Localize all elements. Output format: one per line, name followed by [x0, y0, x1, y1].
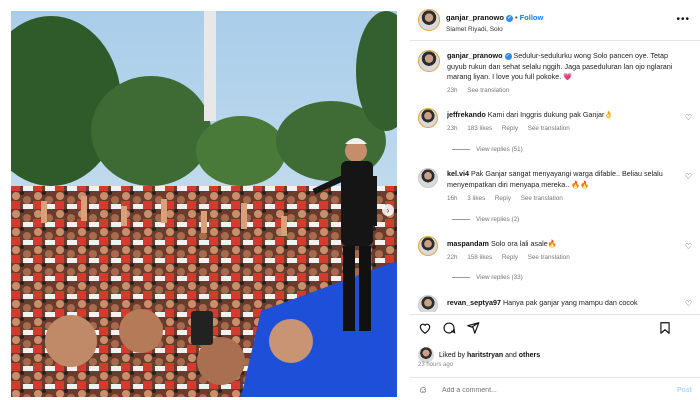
share-icon[interactable]: [466, 321, 480, 335]
comment-item: kel.vi4 Pak Ganjar sangat menyayangi war…: [410, 166, 700, 226]
follow-button[interactable]: Follow: [520, 13, 544, 22]
see-translation-link[interactable]: See translation: [528, 125, 570, 132]
post-photo[interactable]: ›: [11, 11, 397, 397]
commenter-avatar[interactable]: [418, 236, 438, 256]
comment-username[interactable]: revan_septya97: [447, 298, 501, 307]
author-avatar[interactable]: [418, 9, 440, 31]
like-comment-heart-icon[interactable]: ♡: [685, 172, 692, 181]
caption: ganjar_pranowo ✓ Sedulur-sedulurku wong S…: [410, 48, 700, 98]
author-username[interactable]: ganjar_pranowo: [446, 13, 504, 22]
comment-username[interactable]: jeffrekando: [447, 110, 486, 119]
comment-text: Solo ora lali asale🔥: [490, 239, 557, 248]
like-comment-heart-icon[interactable]: ♡: [685, 113, 692, 122]
comment-username[interactable]: kel.vi4: [447, 169, 469, 178]
next-photo-chevron-right-icon[interactable]: ›: [382, 204, 394, 216]
liked-user-link[interactable]: haritstryan: [467, 352, 503, 359]
bookmark-icon[interactable]: [658, 321, 672, 335]
commenter-avatar[interactable]: [418, 168, 438, 188]
post-location[interactable]: Slamet Riyadi, Solo: [446, 26, 503, 33]
comment-username[interactable]: maspandam: [447, 239, 489, 248]
liked-others-link[interactable]: others: [519, 352, 540, 359]
post-header: ganjar_pranowo ✓ • Follow Slamet Riyadi, So…: [410, 6, 700, 36]
comment-composer: ☺ Post: [410, 382, 700, 400]
see-translation-link[interactable]: See translation: [528, 254, 570, 261]
liked-by: Liked by haritstryan and others: [418, 347, 540, 363]
liker-avatar[interactable]: [418, 347, 434, 363]
add-comment-input[interactable]: [442, 387, 662, 394]
comment-item: maspandam Solo ora lali asale🔥 ♡ 22h 158…: [410, 235, 700, 287]
view-replies-link[interactable]: View replies (51): [452, 146, 523, 153]
commenter-avatar[interactable]: [418, 108, 438, 128]
comment-likes[interactable]: 183 likes: [467, 125, 492, 132]
caption-username[interactable]: ganjar_pranowo: [447, 51, 503, 60]
reply-button[interactable]: Reply: [495, 195, 511, 202]
comment-text: Hanya pak ganjar yang mampu dan cocok: [502, 298, 638, 307]
comment-likes[interactable]: 158 likes: [467, 254, 492, 261]
comment-age: 23h: [447, 125, 458, 132]
composer-divider: [410, 377, 700, 378]
post-side-panel: ganjar_pranowo ✓ • Follow Slamet Riyadi, So…: [410, 0, 700, 400]
view-replies-link[interactable]: View replies (2): [452, 216, 519, 223]
commenter-avatar[interactable]: [418, 295, 438, 312]
like-comment-heart-icon[interactable]: ♡: [685, 299, 692, 308]
reply-button[interactable]: Reply: [502, 125, 518, 132]
post-actions: [418, 321, 698, 337]
see-translation-link[interactable]: See translation: [467, 87, 509, 94]
comment-text: Kami dari Inggris dukung pak Ganjar👌: [487, 110, 614, 119]
comment-item: jeffrekando Kami dari Inggris dukung pak…: [410, 106, 700, 158]
heart-icon[interactable]: [418, 321, 432, 335]
more-options-icon[interactable]: •••: [676, 14, 690, 25]
comment-icon[interactable]: [442, 321, 456, 335]
separator-dot: •: [514, 13, 518, 22]
crowd-photo-image: [11, 11, 397, 397]
comment-likes[interactable]: 3 likes: [467, 195, 485, 202]
like-comment-heart-icon[interactable]: ♡: [685, 242, 692, 251]
see-translation-link[interactable]: See translation: [521, 195, 563, 202]
caption-avatar[interactable]: [418, 50, 440, 72]
comment-age: 16h: [447, 195, 458, 202]
verified-icon: ✓: [505, 14, 513, 22]
liked-and: and: [505, 351, 517, 359]
comment-item: revan_septya97 Hanya pak ganjar yang mam…: [410, 294, 700, 312]
emoji-icon[interactable]: ☺: [418, 385, 428, 396]
reply-button[interactable]: Reply: [502, 254, 518, 261]
header-divider: [410, 40, 700, 41]
view-replies-link[interactable]: View replies (33): [452, 274, 523, 281]
comment-text: Pak Ganjar sangat menyayangi warga difab…: [447, 169, 663, 189]
caption-age: 23h: [447, 87, 458, 94]
actions-divider: [410, 314, 700, 315]
verified-icon: ✓: [504, 52, 512, 60]
liked-prefix: Liked by: [438, 351, 466, 359]
post-time-ago[interactable]: 23 hours ago: [418, 362, 453, 368]
comment-age: 22h: [447, 254, 458, 261]
post-comment-button[interactable]: Post: [677, 387, 692, 394]
